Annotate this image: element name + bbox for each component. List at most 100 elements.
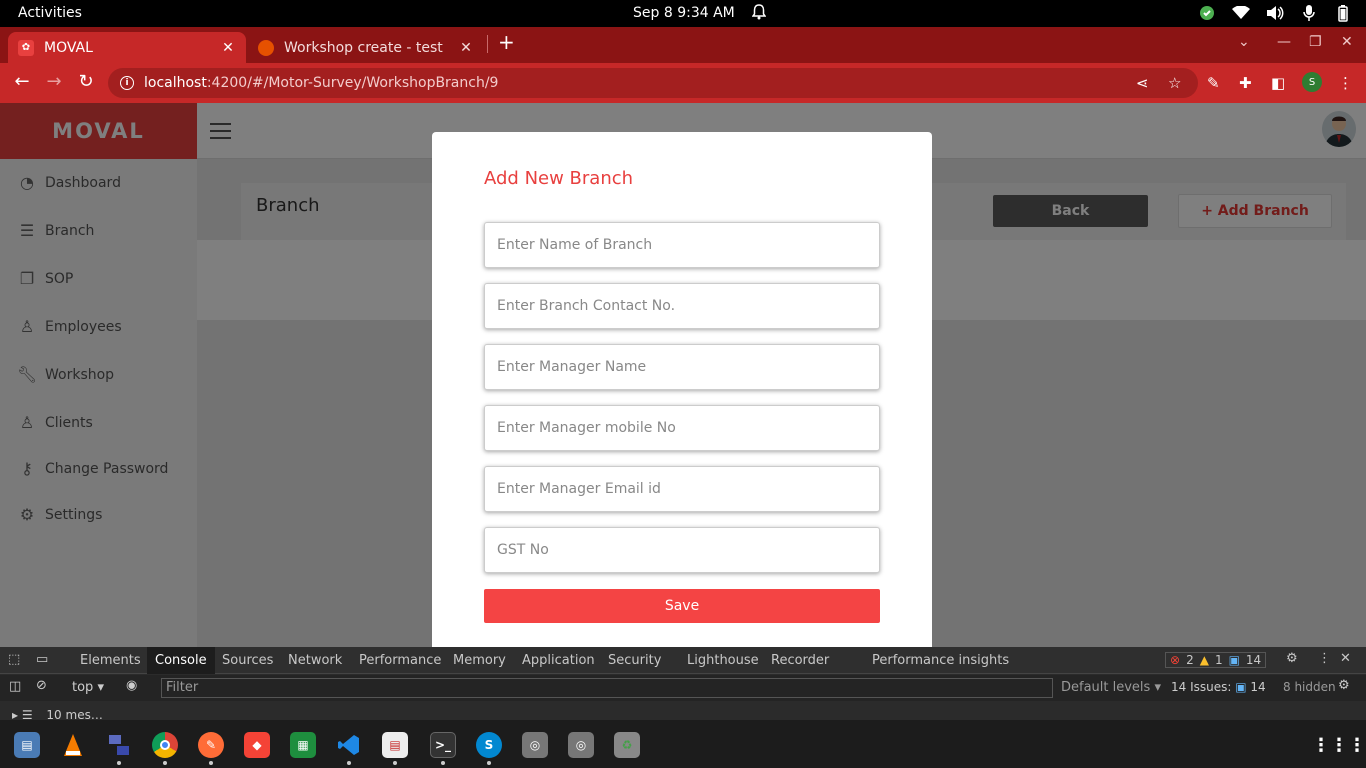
- message-icon: ▣: [1228, 653, 1240, 667]
- extension-icon[interactable]: ✎: [1207, 74, 1220, 92]
- live-expression-eye-icon[interactable]: ◉: [126, 678, 137, 693]
- issues-count: 14: [1250, 680, 1266, 694]
- console-filter-input[interactable]: Filter: [161, 678, 1053, 698]
- forward-arrow-icon[interactable]: →: [42, 71, 66, 92]
- tab-title: Workshop create - test: [284, 39, 443, 56]
- tab-memory[interactable]: Memory: [453, 653, 506, 668]
- wifi-icon[interactable]: [1232, 4, 1250, 22]
- text-editor-icon[interactable]: ▤: [382, 732, 408, 758]
- inspect-element-icon[interactable]: ⬚: [8, 652, 20, 667]
- volume-icon[interactable]: [1266, 4, 1284, 22]
- tab-elements[interactable]: Elements: [80, 653, 141, 668]
- maximize-icon[interactable]: ❐: [1309, 34, 1322, 50]
- manager-name-field[interactable]: [484, 344, 880, 390]
- devtools-panel: ⬚ ▭ Elements Console Sources Network Per…: [0, 647, 1366, 722]
- tab-moval[interactable]: ✿ MOVAL ✕: [8, 32, 246, 63]
- new-tab-icon[interactable]: +: [498, 30, 515, 54]
- side-panel-icon[interactable]: ◧: [1271, 74, 1285, 92]
- chrome-icon[interactable]: [152, 732, 178, 758]
- issue-counters[interactable]: ⊗ 2 ▲ 1 ▣ 14: [1165, 652, 1267, 668]
- files-icon[interactable]: ▤: [14, 732, 40, 758]
- web-page: MOVAL ◔Dashboard ☰Branch ❐SOP ♙Employees…: [0, 103, 1366, 647]
- site-info-icon[interactable]: i: [120, 76, 134, 90]
- tab-sources[interactable]: Sources: [222, 653, 273, 668]
- skype-icon[interactable]: S: [476, 732, 502, 758]
- gst-number-field[interactable]: [484, 527, 880, 573]
- bookmark-star-icon[interactable]: ☆: [1168, 74, 1181, 92]
- save-button[interactable]: Save: [484, 589, 880, 623]
- postman-icon[interactable]: ✎: [198, 732, 224, 758]
- clock[interactable]: Sep 8 9:34 AM: [633, 5, 735, 21]
- vscode-icon[interactable]: [336, 732, 362, 758]
- spreadsheet-icon[interactable]: ▦: [290, 732, 316, 758]
- device-toolbar-icon[interactable]: ▭: [36, 652, 48, 667]
- branch-contact-field[interactable]: [484, 283, 880, 329]
- microphone-icon[interactable]: [1300, 4, 1318, 22]
- tab-separator: [487, 35, 488, 53]
- disk-icon[interactable]: ◎: [522, 732, 548, 758]
- manager-mobile-field[interactable]: [484, 405, 880, 451]
- branch-contact-input[interactable]: [485, 284, 879, 328]
- log-levels-dropdown[interactable]: Default levels ▾: [1061, 680, 1161, 695]
- console-settings-icon[interactable]: ⚙: [1338, 678, 1350, 693]
- tab-performance[interactable]: Performance: [359, 653, 441, 668]
- show-apps-icon[interactable]: ⋮⋮⋮: [1312, 732, 1366, 758]
- devtools-settings-icon[interactable]: ⚙: [1286, 651, 1298, 666]
- context-value: top: [72, 680, 94, 695]
- running-indicator: [163, 761, 167, 765]
- tab-security[interactable]: Security: [608, 653, 661, 668]
- issues-link[interactable]: 14 Issues: ▣ 14: [1171, 680, 1266, 694]
- update-icon[interactable]: [1198, 4, 1216, 22]
- close-tab-icon[interactable]: ✕: [220, 40, 236, 56]
- tab-application[interactable]: Application: [522, 653, 595, 668]
- sidebar-toggle-icon[interactable]: ◫: [9, 679, 21, 694]
- manager-mobile-input[interactable]: [485, 406, 879, 450]
- tab-network[interactable]: Network: [288, 653, 342, 668]
- vlc-icon[interactable]: [60, 732, 86, 758]
- share-icon[interactable]: ⋖: [1136, 74, 1149, 92]
- gst-number-input[interactable]: [485, 528, 879, 572]
- network-app-icon[interactable]: [106, 732, 132, 758]
- minimize-icon[interactable]: —: [1277, 34, 1291, 50]
- git-icon[interactable]: ◆: [244, 732, 270, 758]
- reload-icon[interactable]: ↻: [74, 71, 98, 92]
- back-arrow-icon[interactable]: ←: [10, 71, 34, 92]
- disk-icon[interactable]: ◎: [568, 732, 594, 758]
- clear-console-icon[interactable]: ⊘: [36, 678, 47, 693]
- issues-label: 14 Issues:: [1171, 680, 1232, 694]
- menu-kebab-icon[interactable]: ⋮: [1338, 74, 1353, 92]
- extensions-puzzle-icon[interactable]: ✚: [1239, 74, 1252, 92]
- log-levels-label: Default levels: [1061, 680, 1151, 695]
- tab-lighthouse[interactable]: Lighthouse: [687, 653, 759, 668]
- manager-name-input[interactable]: [485, 345, 879, 389]
- address-bar[interactable]: i localhost:4200/#/Motor-Survey/Workshop…: [108, 68, 1198, 98]
- trash-icon[interactable]: ♻: [614, 732, 640, 758]
- close-tab-icon[interactable]: ✕: [458, 40, 474, 56]
- profile-avatar[interactable]: S: [1302, 72, 1322, 92]
- manager-email-input[interactable]: [485, 467, 879, 511]
- branch-name-field[interactable]: [484, 222, 880, 268]
- tab-performance-insights[interactable]: Performance insights: [872, 653, 1009, 668]
- browser-tab-strip: ✿ MOVAL ✕ Workshop create - test ✕ + ⌄ —…: [0, 27, 1366, 63]
- devtools-close-icon[interactable]: ✕: [1340, 651, 1351, 666]
- activities-button[interactable]: Activities: [18, 5, 82, 21]
- url-host: localhost: [144, 75, 207, 91]
- console-toolbar: ◫ ⊘ top ▾ ◉ Filter Default levels ▾ 14 I…: [0, 675, 1366, 701]
- battery-icon[interactable]: [1334, 4, 1352, 22]
- bell-icon[interactable]: [751, 4, 767, 24]
- manager-email-field[interactable]: [484, 466, 880, 512]
- error-icon: ⊗: [1170, 653, 1181, 667]
- tab-console[interactable]: Console: [147, 647, 215, 674]
- tab-workshop-create[interactable]: Workshop create - test ✕: [248, 32, 484, 63]
- system-top-bar: Activities Sep 8 9:34 AM: [0, 0, 1366, 27]
- terminal-icon[interactable]: >_: [430, 732, 456, 758]
- tab-recorder[interactable]: Recorder: [771, 653, 829, 668]
- close-window-icon[interactable]: ✕: [1341, 34, 1353, 50]
- devtools-more-icon[interactable]: ⋮: [1318, 651, 1331, 666]
- error-count: 2: [1186, 653, 1194, 667]
- running-indicator: [393, 761, 397, 765]
- context-selector[interactable]: top ▾: [72, 680, 104, 695]
- branch-name-input[interactable]: [485, 223, 879, 267]
- running-indicator: [209, 761, 213, 765]
- tab-search-icon[interactable]: ⌄: [1238, 34, 1250, 50]
